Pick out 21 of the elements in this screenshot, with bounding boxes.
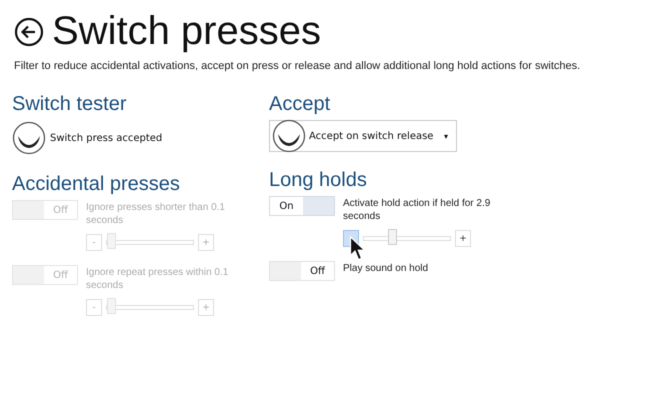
section-heading: Long holds [269,168,368,192]
plus-button[interactable]: + [455,230,471,247]
page-title: Switch presses [52,8,321,55]
status-text: Switch press accepted [50,132,162,144]
option-label: Activate hold action if held for 2.9 seconds [343,197,492,223]
toggle-switch[interactable]: Off [269,261,335,281]
toggle-switch[interactable]: On [269,196,335,216]
page-description: Filter to reduce accidental activations, accept on press or release and allow additional long hold actions for switches. [14,60,582,72]
back-icon[interactable] [14,17,44,47]
accept-dropdown[interactable]: Accept on switch release ▾ [269,120,457,152]
switch-icon [272,119,306,153]
option-label: Ignore presses shorter than 0.1 seconds [86,201,226,227]
section-heading: Accept [269,92,332,116]
section-heading: Accidental presses [12,172,181,196]
option-label: Play sound on hold [343,262,430,275]
section-heading: Switch tester [12,92,128,116]
slider-thumb[interactable] [388,229,398,245]
option-label: Ignore repeat presses within 0.1 seconds [86,266,230,292]
switch-icon [12,121,46,155]
toggle-switch: Off [12,200,78,220]
toggle-switch: Off [12,265,78,285]
